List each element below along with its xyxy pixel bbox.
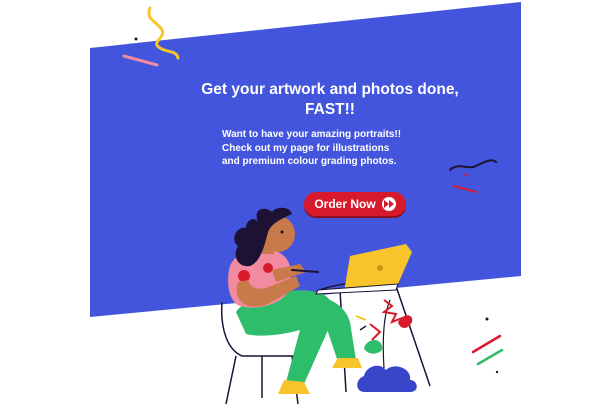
- blue-cloud-pot: [357, 365, 417, 392]
- shoe-left: [278, 380, 310, 394]
- woman-drawing-illustration: [220, 207, 431, 405]
- plant-decoration: [355, 299, 417, 392]
- promo-banner: Get your artwork and photos done, FAST!!…: [0, 0, 612, 408]
- shoe-right: [332, 358, 362, 368]
